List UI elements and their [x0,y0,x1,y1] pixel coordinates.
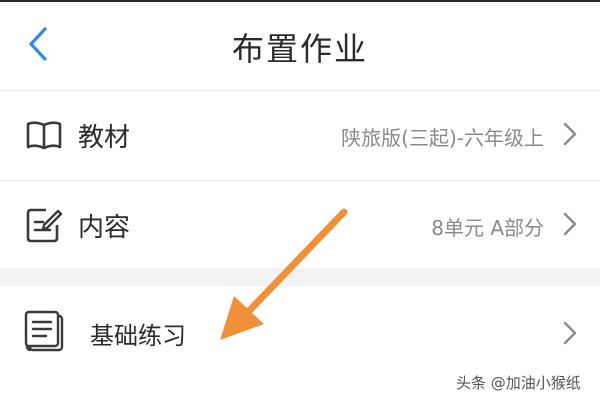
textbook-value: 陕旅版(三起)-六年级上 [341,126,544,150]
watermark: 头条 @加油小猴纸 [456,374,581,392]
section-separator [0,268,600,286]
page-title: 布置作业 [231,30,368,68]
chevron-right-icon [563,122,577,146]
content-row[interactable]: 内容 8单元 A部分 [0,180,600,268]
basic-practice-label: 基础练习 [90,322,186,350]
nav-header: 布置作业 [0,2,600,88]
textbook-label: 教材 [78,123,131,153]
chevron-right-icon [563,321,577,345]
edit-document-icon [26,208,63,243]
basic-practice-row[interactable]: 基础练习 [0,286,600,374]
content-label: 内容 [78,213,131,243]
book-icon [26,121,62,150]
textbook-row[interactable]: 教材 陕旅版(三起)-六年级上 [0,90,600,178]
content-value: 8单元 A部分 [431,216,544,240]
chevron-right-icon [563,212,577,236]
notebook-icon [24,310,64,352]
